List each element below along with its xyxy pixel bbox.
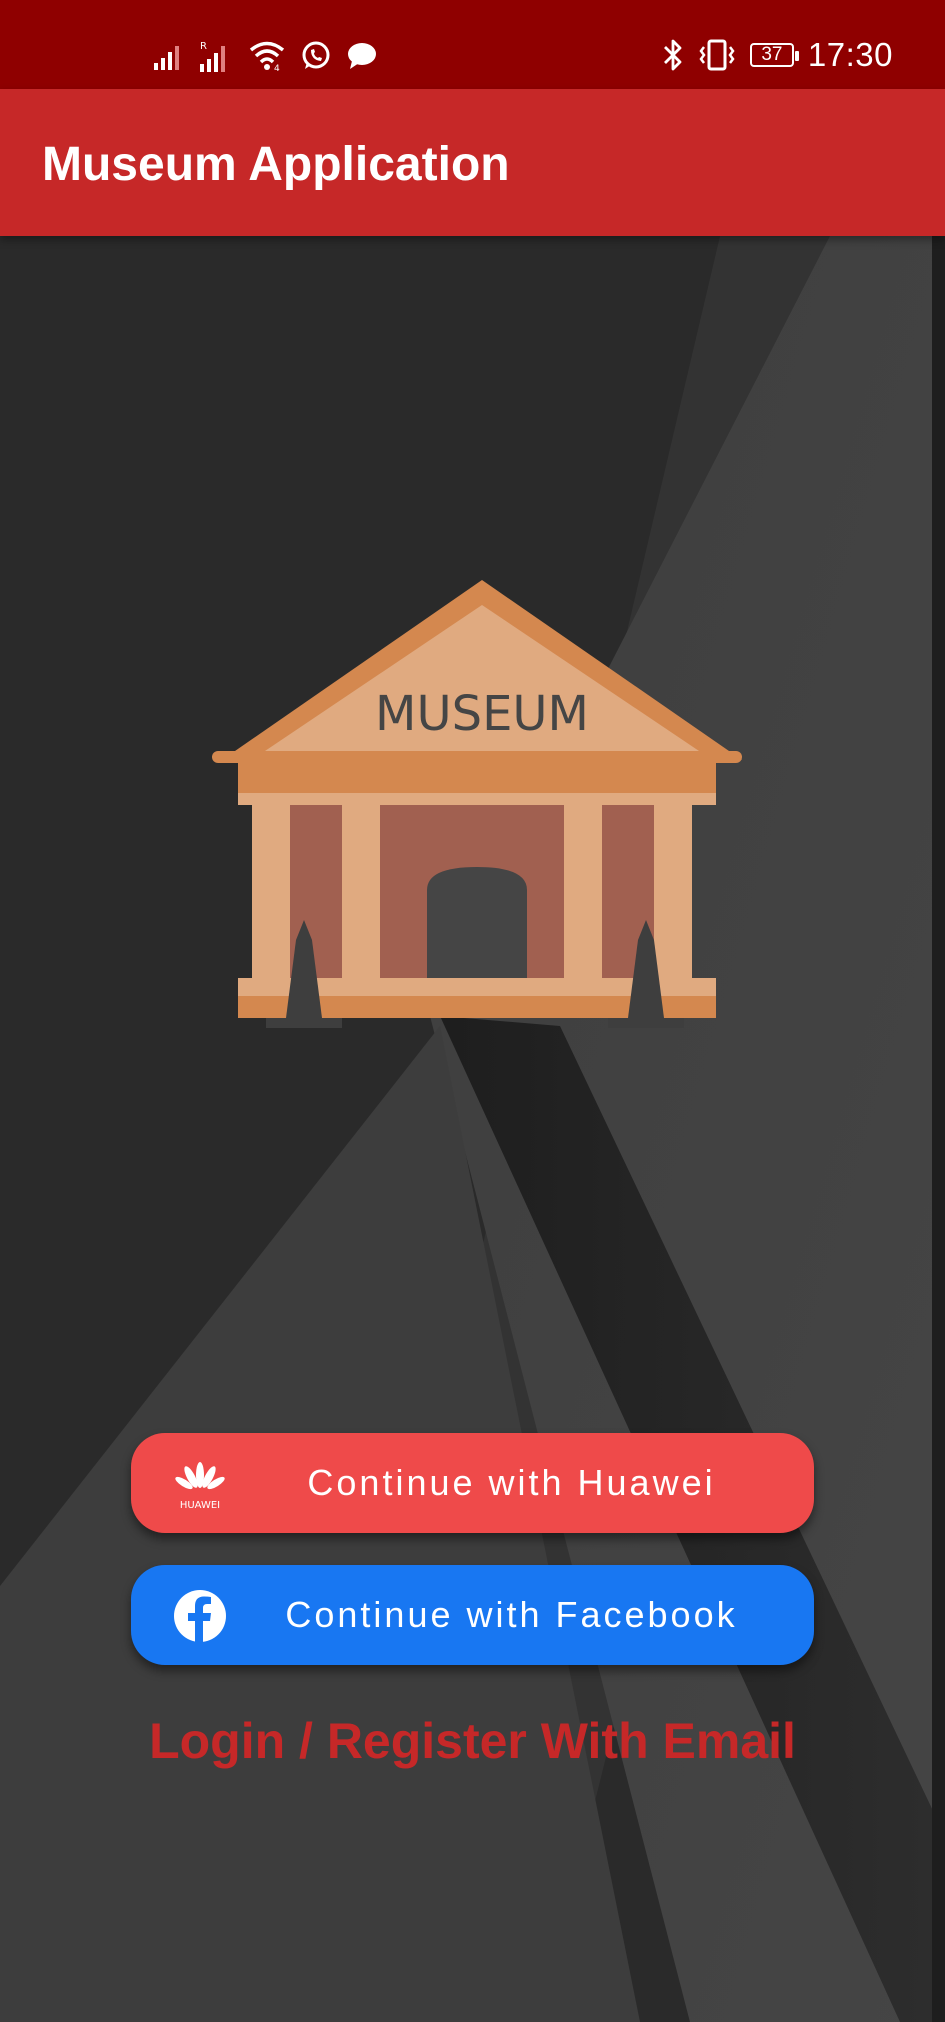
svg-text:4: 4 <box>274 64 280 72</box>
status-bar: R 4 37 17:30 <box>0 0 945 89</box>
column <box>654 805 692 985</box>
museum-entablature <box>238 763 716 793</box>
status-left-icons: R 4 <box>152 36 378 76</box>
signal-icon <box>154 46 179 70</box>
museum-sign: MUSEUM <box>375 686 589 742</box>
vibrate-icon <box>699 39 735 71</box>
clock: 17:30 <box>807 36 893 73</box>
battery-icon: 37 <box>749 43 799 67</box>
svg-text:R: R <box>200 41 207 52</box>
continue-with-huawei-button[interactable]: HUAWEI Continue with Huawei <box>131 1433 814 1533</box>
continue-with-facebook-button[interactable]: Continue with Facebook <box>131 1565 814 1665</box>
column <box>564 805 602 985</box>
huawei-button-label: Continue with Huawei <box>307 1462 716 1503</box>
message-icon <box>348 43 376 69</box>
status-right-icons: 37 17:30 <box>662 30 893 80</box>
facebook-button-label: Continue with Facebook <box>285 1594 738 1635</box>
roaming-signal-icon: R <box>200 41 225 72</box>
column <box>252 805 290 985</box>
login-register-email-link[interactable]: Login / Register With Email <box>0 1712 945 1770</box>
column <box>342 805 380 985</box>
museum-doorway <box>427 867 527 985</box>
museum-illustration: MUSEUM <box>212 580 742 1028</box>
battery-level: 37 <box>761 44 783 65</box>
whatsapp-icon <box>302 41 330 69</box>
bluetooth-icon <box>663 39 682 71</box>
app-bar: Museum Application <box>0 89 945 236</box>
app-title: Museum Application <box>42 138 510 191</box>
wifi-icon: 4 <box>249 41 285 72</box>
